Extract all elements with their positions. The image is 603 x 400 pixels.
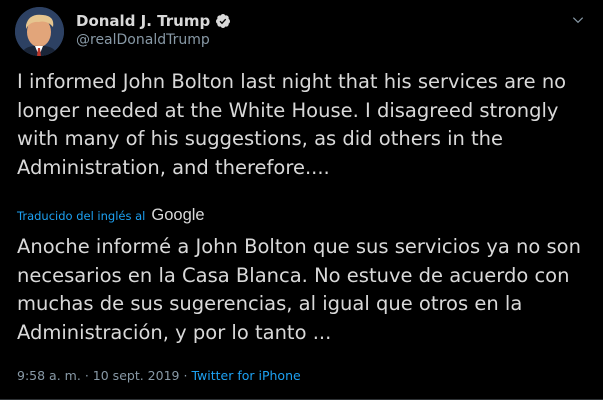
chevron-down-icon[interactable]	[571, 13, 585, 27]
tweet-card: Donald J. Trump @realDonaldTrump I infor…	[0, 0, 603, 400]
tweet-source-link[interactable]: Twitter for iPhone	[191, 368, 300, 383]
author-handle[interactable]: @realDonaldTrump	[76, 32, 210, 48]
translated-text: Anoche informé a John Bolton que sus ser…	[17, 235, 581, 344]
translation-label: Traducido del inglés al	[17, 208, 146, 223]
author-name[interactable]: Donald J. Trump	[76, 12, 231, 30]
tweet-date[interactable]: 10 sept. 2019	[93, 368, 180, 383]
meta-separator: ·	[183, 368, 188, 383]
google-logo: Google	[151, 206, 205, 224]
tweet-text: I informed John Bolton last night that h…	[17, 70, 567, 179]
meta-separator: ·	[84, 368, 89, 383]
tweet-time[interactable]: 9:58 a. m.	[17, 368, 81, 383]
translation-attribution[interactable]: Traducido del inglés al Google	[17, 206, 205, 225]
avatar[interactable]	[15, 7, 64, 56]
verified-badge-icon	[216, 14, 231, 28]
tweet-meta: 9:58 a. m. · 10 sept. 2019 · Twitter for…	[17, 368, 301, 383]
author-name-label: Donald J. Trump	[76, 12, 211, 30]
profile-photo-icon	[15, 7, 64, 56]
